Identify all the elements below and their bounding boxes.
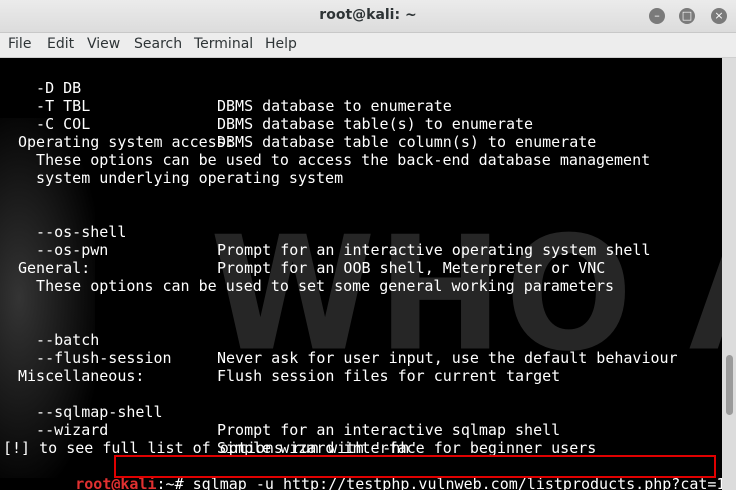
option-row: --os-pwn Prompt for an OOB shell, Meterp…: [3, 223, 605, 277]
scrollbar-thumb[interactable]: [726, 355, 733, 415]
option-desc: Prompt for an interactive sqlmap shell: [217, 421, 561, 439]
option-flag: --os-pwn: [18, 241, 109, 259]
section-description: These options can be used to access the …: [18, 151, 651, 169]
option-row: --flush-session Flush session files for …: [3, 331, 560, 385]
menu-bar: File Edit View Search Terminal Help: [0, 33, 736, 58]
option-desc: Never ask for user input, use the defaul…: [217, 349, 678, 367]
menu-edit[interactable]: Edit: [47, 36, 74, 52]
section-description: These options can be used to set some ge…: [18, 277, 615, 295]
option-row: --sqlmap-shell Prompt for an interactive…: [3, 385, 560, 439]
maximize-button[interactable]: □: [679, 8, 695, 24]
option-desc: Prompt for an OOB shell, Meterpreter or …: [217, 259, 606, 277]
scrollbar-track[interactable]: [722, 58, 736, 490]
option-desc: Flush session files for current target: [217, 367, 561, 385]
option-row: --os-shell Prompt for an interactive ope…: [3, 205, 650, 259]
title-bar[interactable]: root@kali: ~ – □ ×: [0, 0, 736, 33]
option-desc: DBMS database to enumerate: [217, 97, 452, 115]
option-row: --batch Never ask for user input, use th…: [3, 313, 678, 367]
menu-help[interactable]: Help: [265, 36, 297, 52]
menu-view[interactable]: View: [87, 36, 120, 52]
terminal-output[interactable]: WHO AM I -D DB DBMS database to enumerat…: [0, 58, 722, 490]
terminal-window: root@kali: ~ – □ × File Edit View Search…: [0, 0, 736, 490]
menu-search[interactable]: Search: [134, 36, 182, 52]
option-desc: Prompt for an interactive operating syst…: [217, 241, 651, 259]
option-row: -C COL DBMS database table column(s) to …: [3, 97, 596, 151]
option-flag: --flush-session: [18, 349, 172, 367]
minimize-button[interactable]: –: [649, 8, 665, 24]
section-heading: General:: [18, 259, 91, 277]
menu-file[interactable]: File: [8, 36, 31, 52]
menu-terminal[interactable]: Terminal: [194, 36, 253, 52]
option-row: -D DB DBMS database to enumerate: [3, 61, 452, 115]
option-desc: DBMS database table column(s) to enumera…: [217, 133, 597, 151]
command-highlight-box: [114, 455, 716, 478]
option-flag: --wizard: [18, 421, 109, 439]
close-button[interactable]: ×: [711, 8, 727, 24]
section-heading: Operating system access:: [18, 133, 235, 151]
section-heading: Miscellaneous:: [18, 367, 145, 385]
section-description: system underlying operating system: [18, 169, 344, 187]
window-title: root@kali: ~: [319, 7, 417, 23]
option-desc: DBMS database table(s) to enumerate: [217, 115, 534, 133]
option-row: --wizard Simple wizard interface for beg…: [3, 403, 596, 457]
option-flag: -C COL: [18, 115, 91, 133]
option-row: -T TBL DBMS database table(s) to enumera…: [3, 79, 533, 133]
